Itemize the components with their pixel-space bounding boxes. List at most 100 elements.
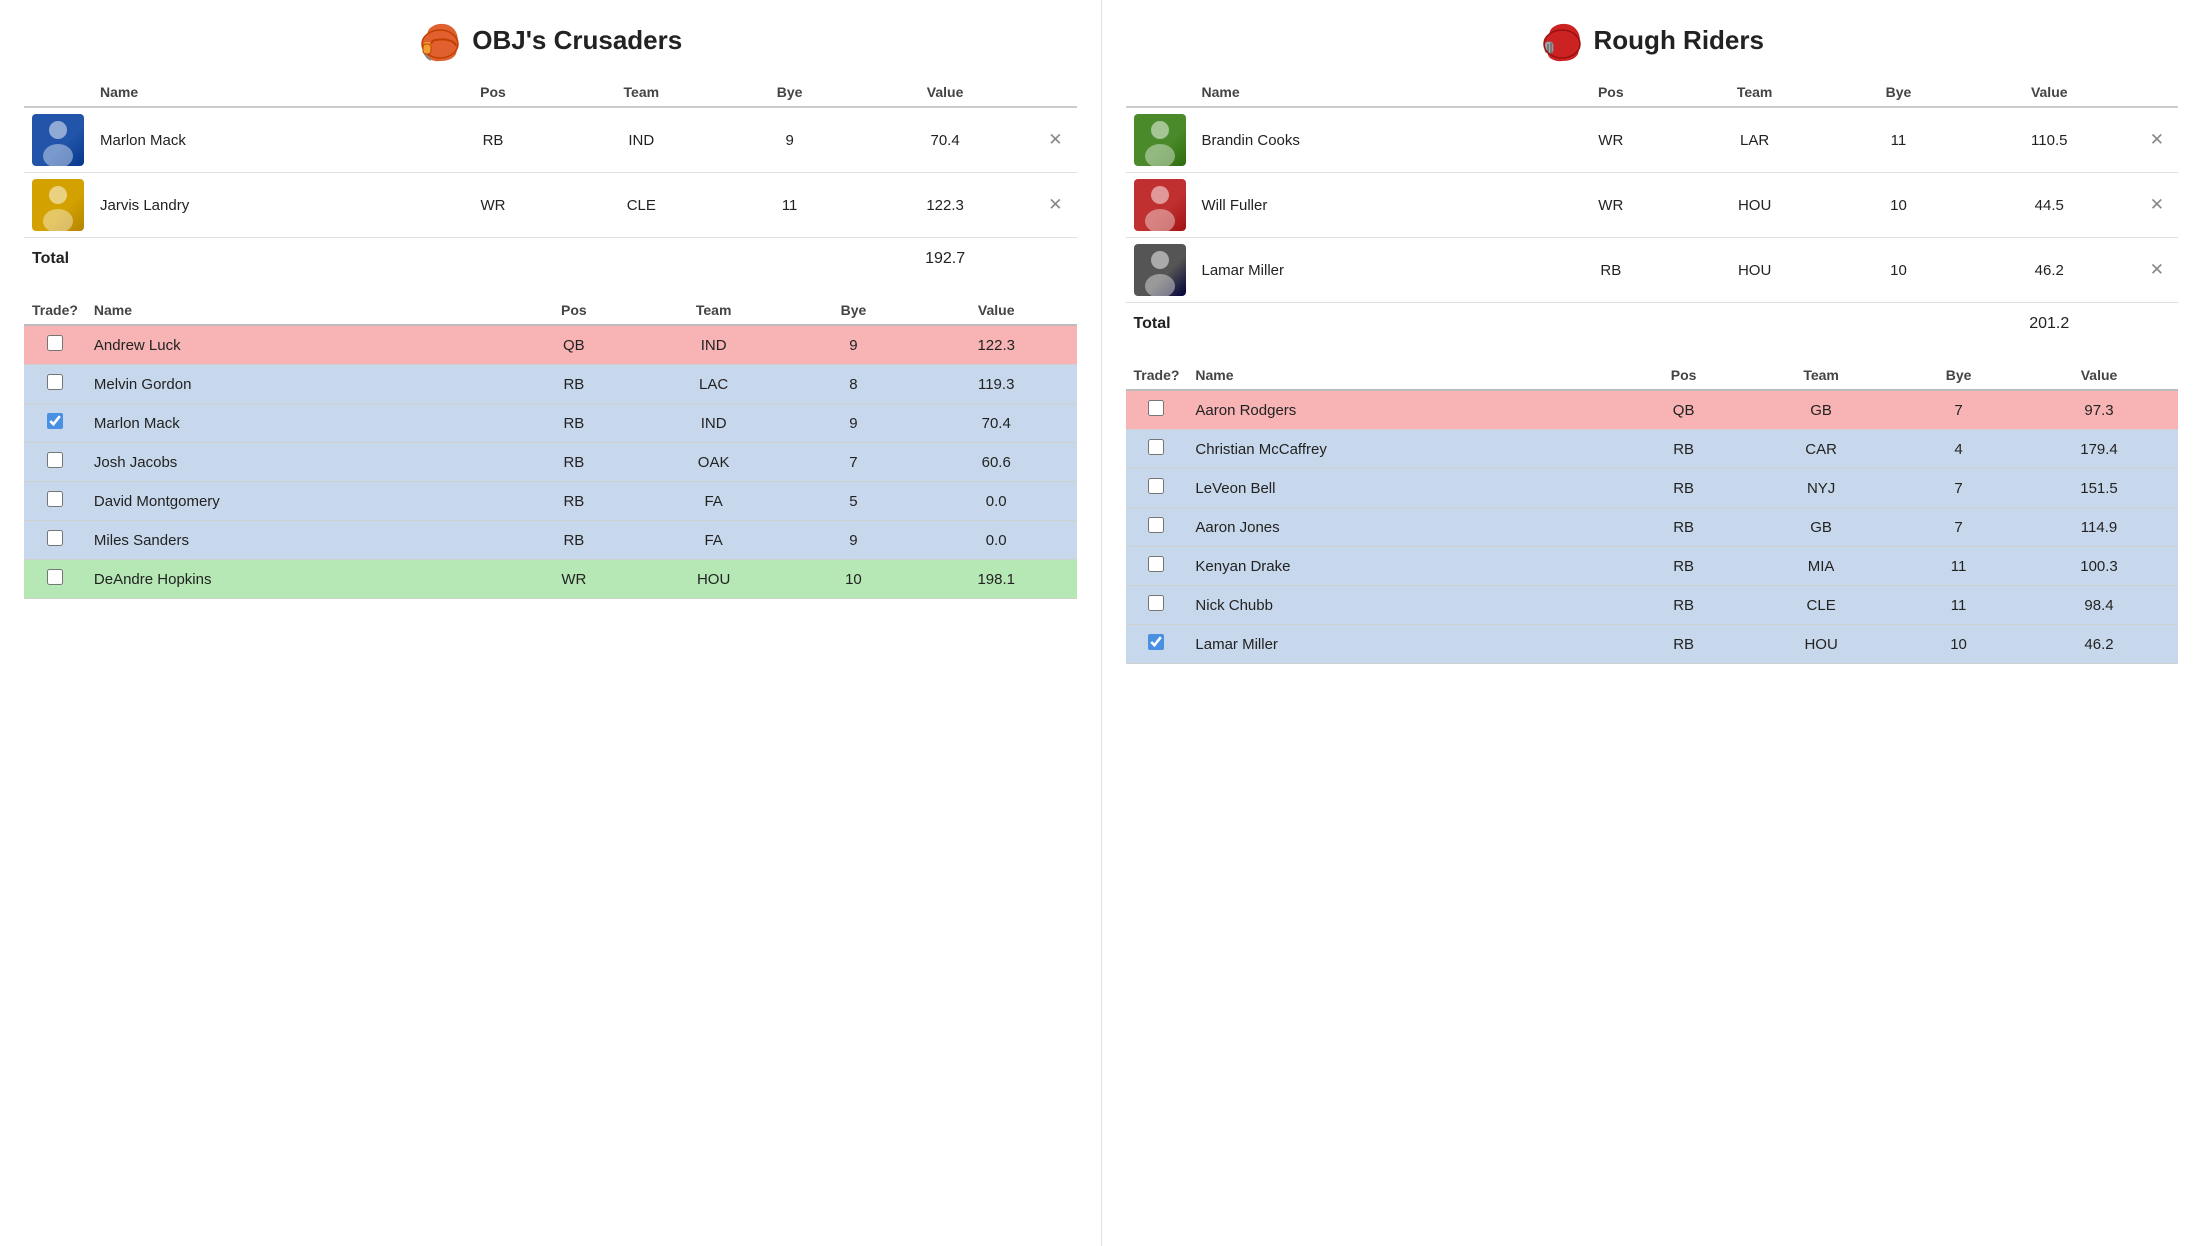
left-col-team: Team — [559, 78, 723, 107]
trade-player-team: HOU — [1745, 625, 1897, 664]
trade-player-value: 0.0 — [916, 521, 1077, 560]
total-value: 201.2 — [1963, 303, 2136, 338]
remove-player-button[interactable]: ✕ — [2144, 128, 2170, 152]
remove-cell: ✕ — [2136, 107, 2178, 173]
left-trade-section: Trade? Name Pos Team Bye Value Andrew Lu… — [24, 296, 1077, 599]
right-team-header: Rough Riders — [1126, 18, 2179, 62]
trade-checkbox-cell[interactable] — [1126, 547, 1188, 586]
trade-row: Kenyan Drake RB MIA 11 100.3 — [1126, 547, 2179, 586]
trade-checkbox-cell[interactable] — [24, 560, 86, 599]
remove-cell: ✕ — [2136, 238, 2178, 303]
remove-cell: ✕ — [2136, 173, 2178, 238]
trade-player-name: LeVeon Bell — [1187, 469, 1622, 508]
trade-player-team: NYJ — [1745, 469, 1897, 508]
player-bye: 11 — [723, 173, 856, 238]
total-label: Total — [1126, 303, 1547, 338]
trade-player-team: GB — [1745, 390, 1897, 430]
trade-player-name: Andrew Luck — [86, 325, 511, 365]
trade-player-bye: 7 — [1897, 469, 2020, 508]
trade-player-value: 114.9 — [2020, 508, 2178, 547]
player-team: LAR — [1675, 107, 1834, 173]
trade-checkbox-cell[interactable] — [24, 482, 86, 521]
trade-checkbox[interactable] — [1148, 634, 1164, 650]
left-roster-table: Name Pos Team Bye Value Marlon Mack RB I… — [24, 78, 1077, 272]
trade-checkbox[interactable] — [1148, 439, 1164, 455]
player-name: Marlon Mack — [92, 107, 427, 173]
trade-player-team: FA — [636, 482, 791, 521]
trade-checkbox[interactable] — [47, 413, 63, 429]
player-team: HOU — [1675, 173, 1834, 238]
trade-checkbox-cell[interactable] — [1126, 430, 1188, 469]
trade-player-name: Kenyan Drake — [1187, 547, 1622, 586]
player-pos: RB — [1546, 238, 1675, 303]
trade-player-pos: RB — [1622, 586, 1745, 625]
trade-player-pos: QB — [1622, 390, 1745, 430]
trade-checkbox[interactable] — [1148, 556, 1164, 572]
right-col-name: Name — [1194, 78, 1547, 107]
trade-checkbox[interactable] — [47, 530, 63, 546]
trade-checkbox[interactable] — [47, 452, 63, 468]
remove-cell: ✕ — [1034, 173, 1076, 238]
trade-checkbox[interactable] — [47, 491, 63, 507]
right-trade-col-pos: Pos — [1622, 361, 1745, 390]
trade-checkbox-cell[interactable] — [1126, 625, 1188, 664]
remove-player-button[interactable]: ✕ — [2144, 258, 2170, 282]
trade-checkbox-cell[interactable] — [1126, 390, 1188, 430]
trade-checkbox[interactable] — [1148, 478, 1164, 494]
trade-player-bye: 10 — [1897, 625, 2020, 664]
player-value: 44.5 — [1963, 173, 2136, 238]
remove-player-button[interactable]: ✕ — [2144, 193, 2170, 217]
trade-player-value: 0.0 — [916, 482, 1077, 521]
trade-player-pos: RB — [511, 443, 636, 482]
player-value: 110.5 — [1963, 107, 2136, 173]
trade-player-bye: 7 — [1897, 508, 2020, 547]
trade-player-name: DeAndre Hopkins — [86, 560, 511, 599]
trade-player-team: IND — [636, 404, 791, 443]
right-trade-col-value: Value — [2020, 361, 2178, 390]
player-pos: RB — [427, 107, 560, 173]
player-avatar — [24, 173, 92, 238]
player-value: 46.2 — [1963, 238, 2136, 303]
trade-checkbox[interactable] — [1148, 400, 1164, 416]
trade-player-pos: RB — [1622, 547, 1745, 586]
trade-checkbox-cell[interactable] — [24, 325, 86, 365]
trade-player-value: 179.4 — [2020, 430, 2178, 469]
player-pos: WR — [1546, 107, 1675, 173]
trade-checkbox-cell[interactable] — [24, 521, 86, 560]
trade-checkbox-cell[interactable] — [24, 365, 86, 404]
trade-checkbox-cell[interactable] — [1126, 469, 1188, 508]
left-trade-col-name: Name — [86, 296, 511, 325]
player-bye: 10 — [1834, 238, 1963, 303]
remove-player-button[interactable]: ✕ — [1042, 193, 1068, 217]
trade-checkbox-cell[interactable] — [24, 443, 86, 482]
right-trade-col-bye: Bye — [1897, 361, 2020, 390]
table-row: Marlon Mack RB IND 9 70.4 ✕ — [24, 107, 1077, 173]
trade-player-name: Miles Sanders — [86, 521, 511, 560]
trade-checkbox[interactable] — [1148, 517, 1164, 533]
player-avatar — [24, 107, 92, 173]
trade-checkbox-cell[interactable] — [1126, 508, 1188, 547]
left-helmet-icon — [418, 18, 462, 62]
trade-checkbox[interactable] — [1148, 595, 1164, 611]
trade-player-team: OAK — [636, 443, 791, 482]
trade-player-pos: RB — [1622, 625, 1745, 664]
trade-player-team: IND — [636, 325, 791, 365]
trade-checkbox-cell[interactable] — [1126, 586, 1188, 625]
player-bye: 9 — [723, 107, 856, 173]
remove-player-button[interactable]: ✕ — [1042, 128, 1068, 152]
right-trade-col-trade: Trade? — [1126, 361, 1188, 390]
player-team: CLE — [559, 173, 723, 238]
trade-row: Aaron Rodgers QB GB 7 97.3 — [1126, 390, 2179, 430]
trade-player-bye: 8 — [791, 365, 916, 404]
player-name: Brandin Cooks — [1194, 107, 1547, 173]
left-panel: OBJ's Crusaders Name Pos Team Bye Value — [0, 0, 1102, 1246]
left-team-header: OBJ's Crusaders — [24, 18, 1077, 62]
trade-checkbox[interactable] — [47, 569, 63, 585]
right-col-pos: Pos — [1546, 78, 1675, 107]
trade-checkbox-cell[interactable] — [24, 404, 86, 443]
trade-player-pos: RB — [1622, 508, 1745, 547]
trade-checkbox[interactable] — [47, 335, 63, 351]
trade-checkbox[interactable] — [47, 374, 63, 390]
trade-player-team: GB — [1745, 508, 1897, 547]
right-col-bye: Bye — [1834, 78, 1963, 107]
